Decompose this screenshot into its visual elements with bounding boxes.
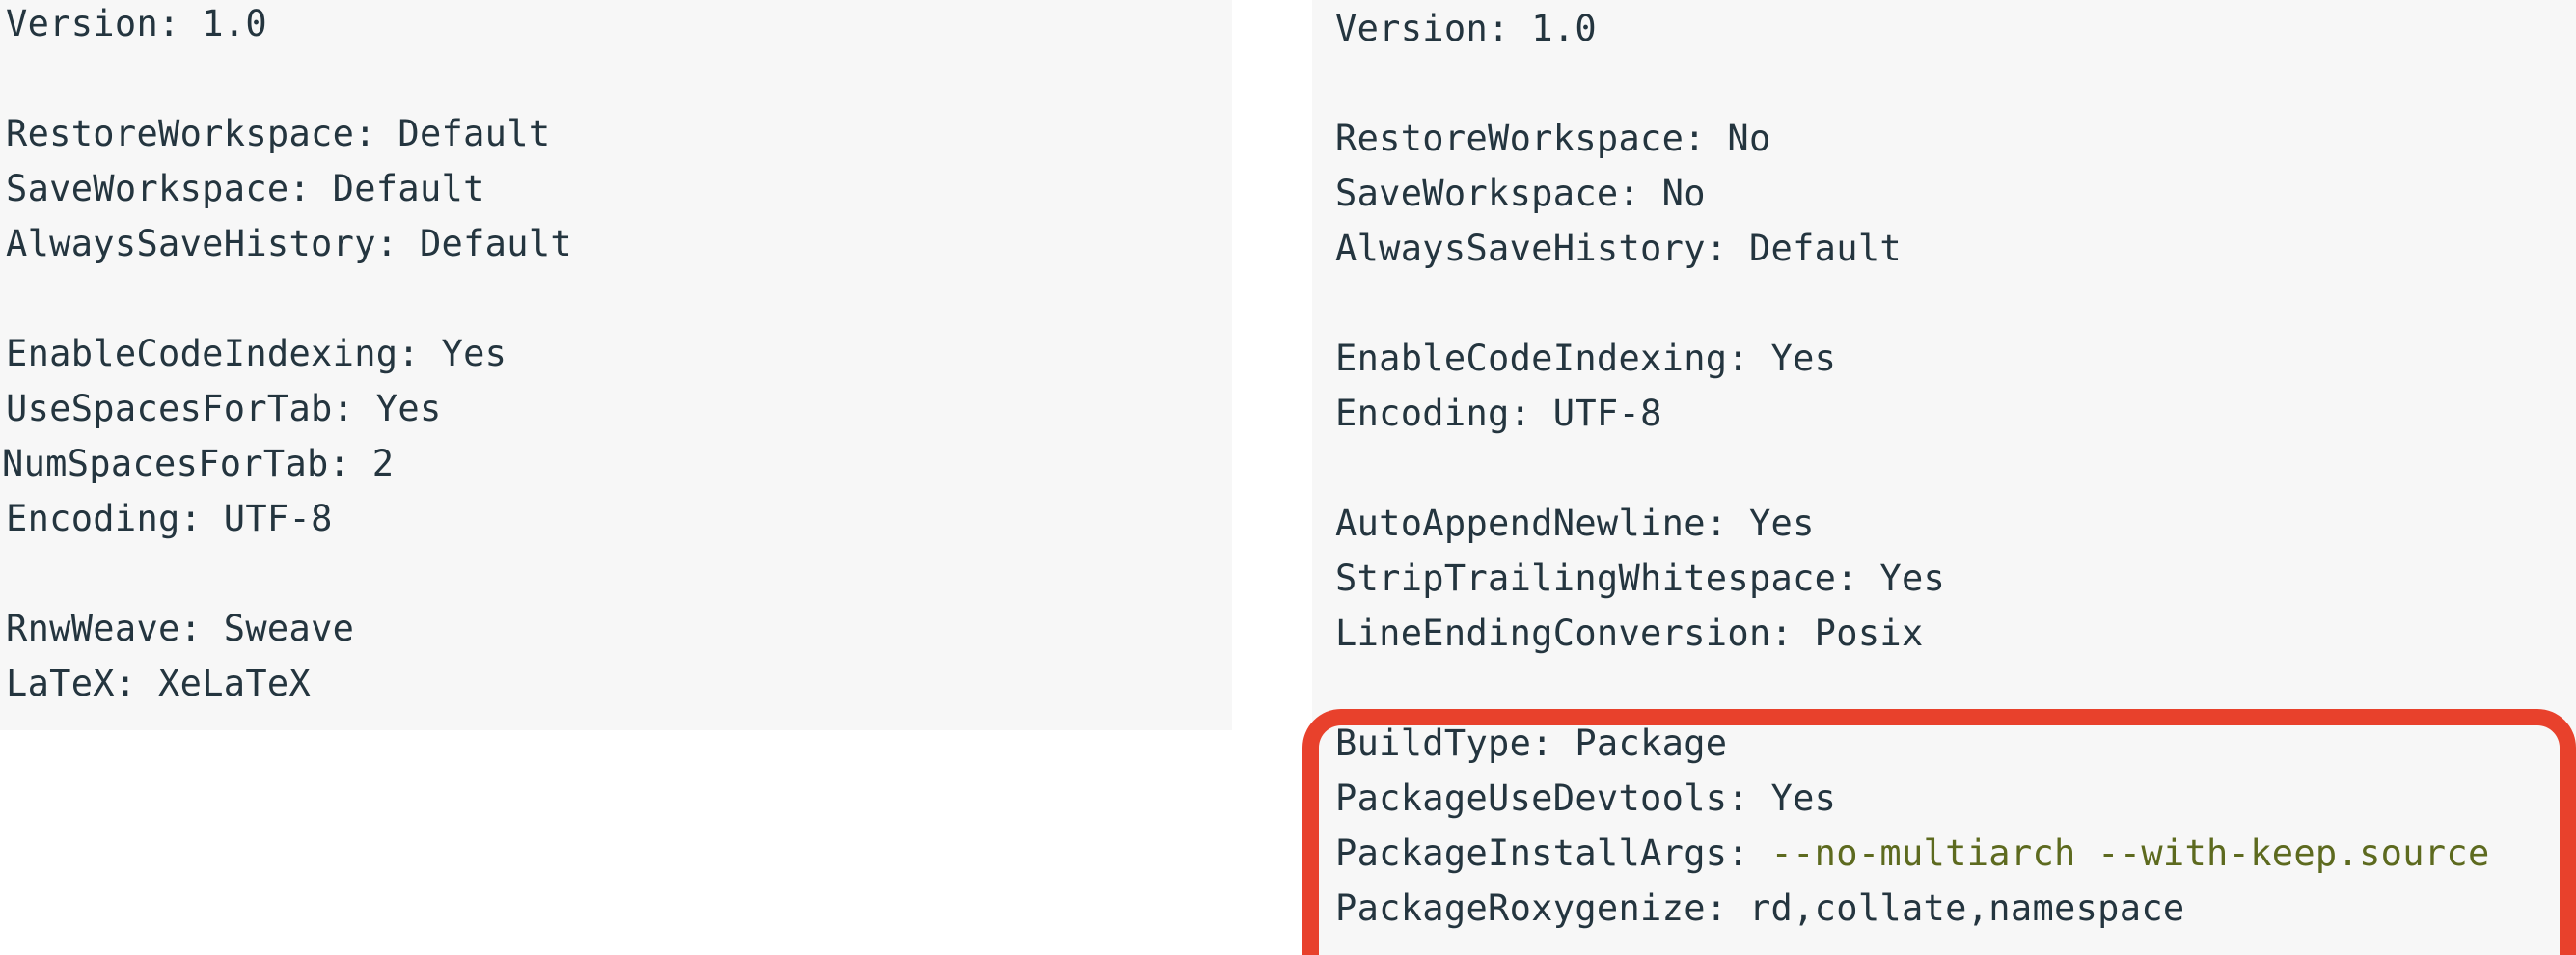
code-line: EnableCodeIndexing: Yes (6, 333, 507, 374)
code-line: Encoding: UTF-8 (6, 498, 333, 539)
code-line: SaveWorkspace: Default (6, 168, 485, 209)
code-line: PackageRoxygenize: rd,collate,namespace (1335, 887, 2185, 929)
code-line: AutoAppendNewline: Yes (1335, 503, 1815, 544)
code-line: AlwaysSaveHistory: Default (1335, 228, 1902, 269)
code-line: RestoreWorkspace: Default (6, 113, 551, 154)
code-line: Encoding: UTF-8 (1335, 393, 1662, 434)
code-line: LineEndingConversion: Posix (1335, 613, 1924, 654)
code-line: SaveWorkspace: No (1335, 173, 1706, 214)
code-line: RnwWeave: Sweave (6, 608, 355, 649)
code-line: Version: 1.0 (6, 3, 267, 44)
code-line: EnableCodeIndexing: Yes (1335, 338, 1837, 379)
left-config-code-block: Version: 1.0 RestoreWorkspace: Default S… (0, 0, 1232, 730)
highlight-border-segment (1302, 926, 1341, 955)
code-line: BuildType: Package (1335, 723, 1728, 764)
code-line: RestoreWorkspace: No (1335, 118, 1771, 159)
code-line: StripTrailingWhitespace: Yes (1335, 558, 1946, 599)
right-config-code-block: Version: 1.0 RestoreWorkspace: No SaveWo… (1312, 0, 2576, 955)
code-line: LaTeX: XeLaTeX (6, 663, 312, 704)
code-line: UseSpacesForTab: Yes (6, 388, 442, 429)
code-line: Version: 1.0 (1335, 8, 1597, 49)
code-line: PackageInstallArgs: --no-multiarch --wit… (1335, 832, 2490, 874)
code-line: AlwaysSaveHistory: Default (6, 223, 572, 264)
code-line: PackageUseDevtools: Yes (1335, 778, 1837, 819)
code-line: NumSpacesForTab: 2 (2, 443, 395, 484)
